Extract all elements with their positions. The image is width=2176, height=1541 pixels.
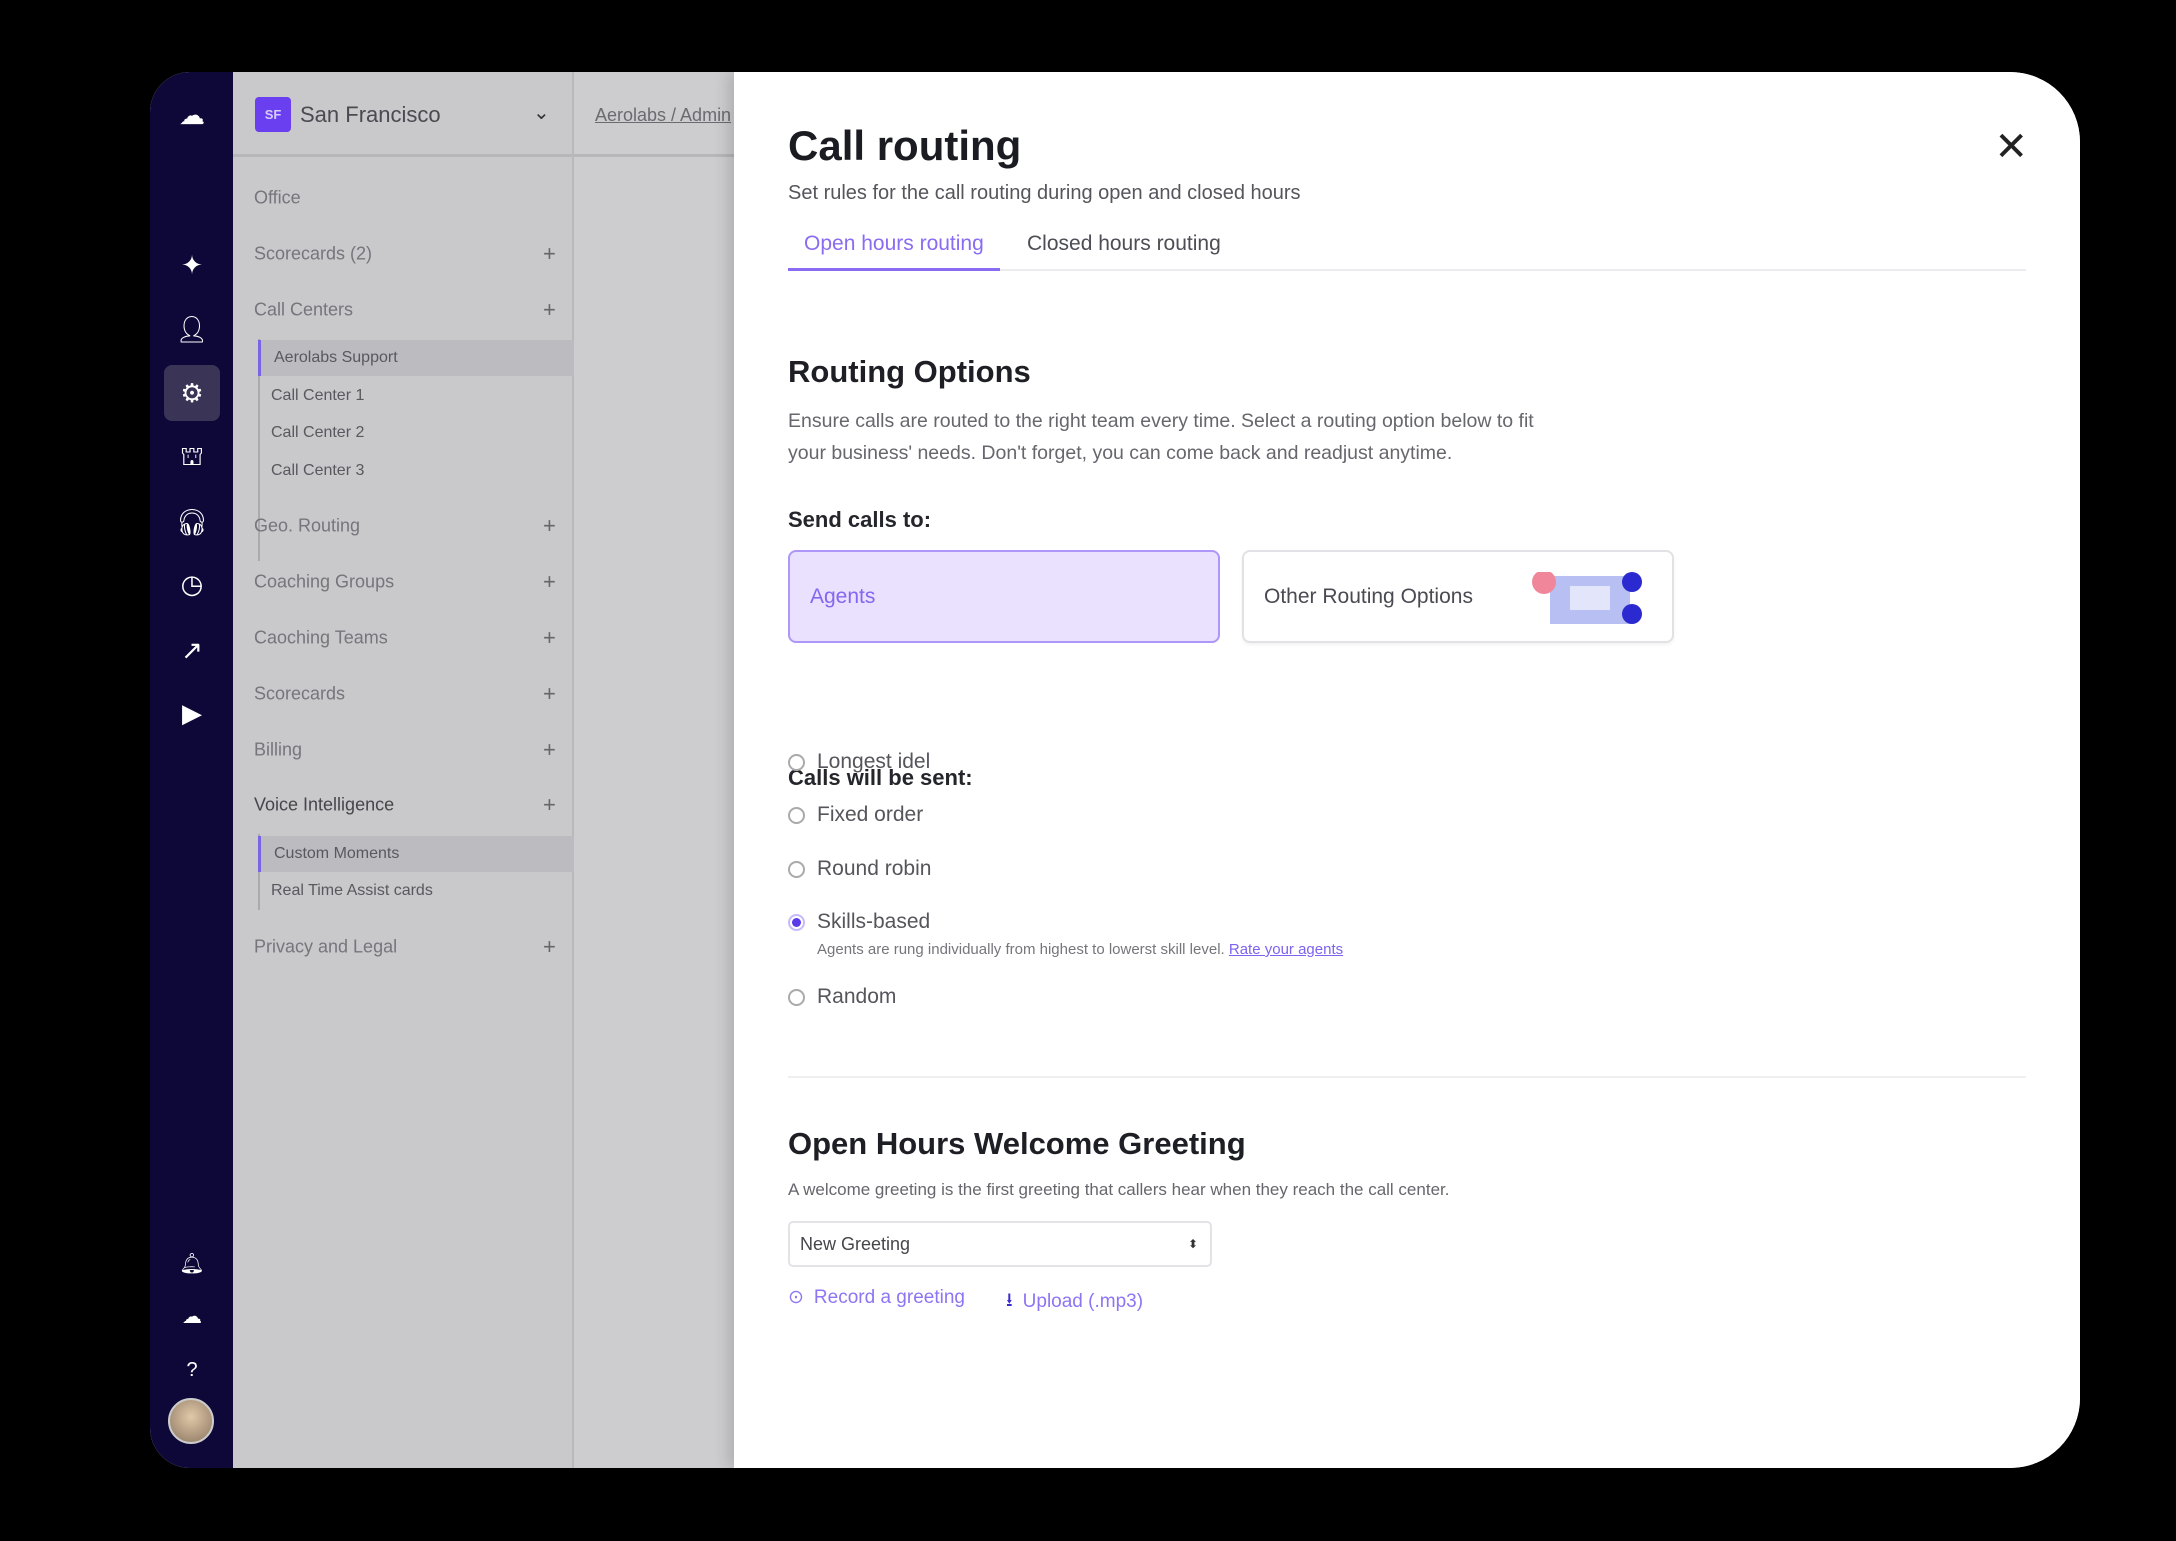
plus-icon[interactable]: + [543,513,556,539]
skills-helper: Agents are rung individually from highes… [817,941,1343,958]
radio-label: Skills-based [817,910,930,934]
nav-office[interactable]: Office [254,188,301,209]
nav-scorecards[interactable]: Scorecards [254,684,345,705]
logo-small-icon[interactable]: ☁ [171,1295,213,1337]
nav-call-centers[interactable]: Call Centers [254,300,353,321]
help-icon[interactable]: ? [171,1349,213,1391]
agents-card[interactable]: Agents [788,550,1220,643]
nav-geo-routing[interactable]: Geo. Routing [254,516,360,537]
call-routing-panel: Call routing ✕ Set rules for the call ro… [734,72,2080,1468]
rate-agents-link[interactable]: Rate your agents [1229,941,1343,958]
upload-label: Upload (.mp3) [1023,1291,1143,1313]
bell-icon[interactable]: 🔔︎ [171,1242,213,1284]
plus-icon[interactable]: + [543,934,556,960]
nav-sub-item[interactable]: Real Time Assist cards [258,873,574,909]
logo-icon[interactable]: ☁ [171,94,213,136]
nav-sub-item[interactable]: Call Center 1 [258,378,574,414]
history-icon[interactable]: ◷ [171,563,213,605]
workspace-badge: SF [255,97,291,132]
upload-link[interactable]: ⭳ Upload (.mp3) [1006,1286,1143,1318]
avatar[interactable] [168,1398,214,1444]
breadcrumb[interactable]: Aerolabs / Admin [595,105,731,126]
radio-skills-based[interactable]: Skills-based [788,910,930,934]
nav-privacy-legal[interactable]: Privacy and Legal [254,937,397,958]
content-background: Aerolabs / Admin [574,72,734,1468]
headset-icon[interactable]: 🎧︎ [171,501,213,543]
routing-desc-1: Ensure calls are routed to the right tea… [788,405,1534,437]
routing-heading: Routing Options [788,354,1031,390]
record-icon: ⊙ [788,1286,804,1309]
radio-label: Longest idel [817,750,930,774]
nav-scorecards-2[interactable]: Scorecards (2) [254,244,372,265]
divider [788,1076,2026,1078]
radio-fixed-order[interactable]: Fixed order [788,803,923,827]
team-icon[interactable]: ⛫ [171,437,213,479]
select-value: New Greeting [800,1234,910,1255]
nav-sub-item[interactable]: Custom Moments [258,836,574,872]
other-routing-card[interactable]: Other Routing Options [1242,550,1674,643]
settings-gear-icon[interactable]: ⚙ [164,365,220,421]
radio-label: Random [817,985,896,1009]
radio-label: Round robin [817,857,931,881]
plus-icon[interactable]: + [543,625,556,651]
tab-open-hours[interactable]: Open hours routing [788,232,1000,271]
radio-longest-idle[interactable]: Longest idel [788,750,930,774]
plus-icon[interactable]: + [543,681,556,707]
page-subtitle: Set rules for the call routing during op… [788,182,1301,205]
nav-sub-item[interactable]: Call Center 2 [258,415,574,451]
greeting-heading: Open Hours Welcome Greeting [788,1126,1246,1162]
tab-closed-hours[interactable]: Closed hours routing [1011,232,1237,271]
workspace-name: San Francisco [300,102,441,128]
radio-label: Fixed order [817,803,923,827]
close-icon[interactable]: ✕ [1994,124,2028,170]
plus-icon[interactable]: + [543,569,556,595]
plus-icon[interactable]: + [543,241,556,267]
record-greeting-link[interactable]: ⊙ Record a greeting [788,1286,965,1309]
workspace-switcher[interactable]: SF San Francisco ⌄ [233,72,572,157]
nav-billing[interactable]: Billing [254,740,302,761]
nav-sub-item[interactable]: Aerolabs Support [258,340,574,376]
upload-icon: ⭳ [1006,1286,1013,1318]
plus-icon[interactable]: + [543,737,556,763]
routing-illustration-icon [1528,572,1648,628]
icon-rail: ☁ ✦ 👤︎ ⚙ ⛫ 🎧︎ ◷ ↗ ▶ 🔔︎ ☁ ? [150,72,233,1468]
chevron-down-icon[interactable]: ⌄ [533,100,550,125]
radio-random[interactable]: Random [788,985,896,1009]
other-routing-label: Other Routing Options [1264,585,1473,609]
routing-desc-2: your business' needs. Don't forget, you … [788,437,1452,469]
select-arrows-icon: ⬍ [1188,1237,1198,1251]
greeting-desc: A welcome greeting is the first greeting… [788,1174,1449,1206]
helper-text: Agents are rung individually from highes… [817,941,1225,958]
nav-voice-intelligence[interactable]: Voice Intelligence [254,795,394,816]
greeting-select[interactable]: New Greeting ⬍ [788,1221,1212,1267]
record-label: Record a greeting [814,1287,965,1309]
send-calls-label: Send calls to: [788,507,931,533]
user-icon[interactable]: 👤︎ [171,308,213,350]
app-window: ☁ ✦ 👤︎ ⚙ ⛫ 🎧︎ ◷ ↗ ▶ 🔔︎ ☁ ? SF San Franci… [150,72,2080,1468]
page-title: Call routing [788,122,1021,170]
tabs: Open hours routing Closed hours routing [788,232,2026,271]
plus-icon[interactable]: + [543,792,556,818]
content-header: Aerolabs / Admin [574,72,734,157]
settings-nav: SF San Francisco ⌄ Office Scorecards (2)… [233,72,574,1468]
nav-coaching-teams[interactable]: Caoching Teams [254,628,388,649]
sparkles-icon[interactable]: ✦ [171,244,213,286]
radio-round-robin[interactable]: Round robin [788,857,931,881]
trend-icon[interactable]: ↗ [171,629,213,671]
agents-card-label: Agents [810,585,875,609]
nav-coaching-groups[interactable]: Coaching Groups [254,572,394,593]
nav-sub-item[interactable]: Call Center 3 [258,453,574,489]
plus-icon[interactable]: + [543,297,556,323]
video-icon[interactable]: ▶ [171,692,213,734]
